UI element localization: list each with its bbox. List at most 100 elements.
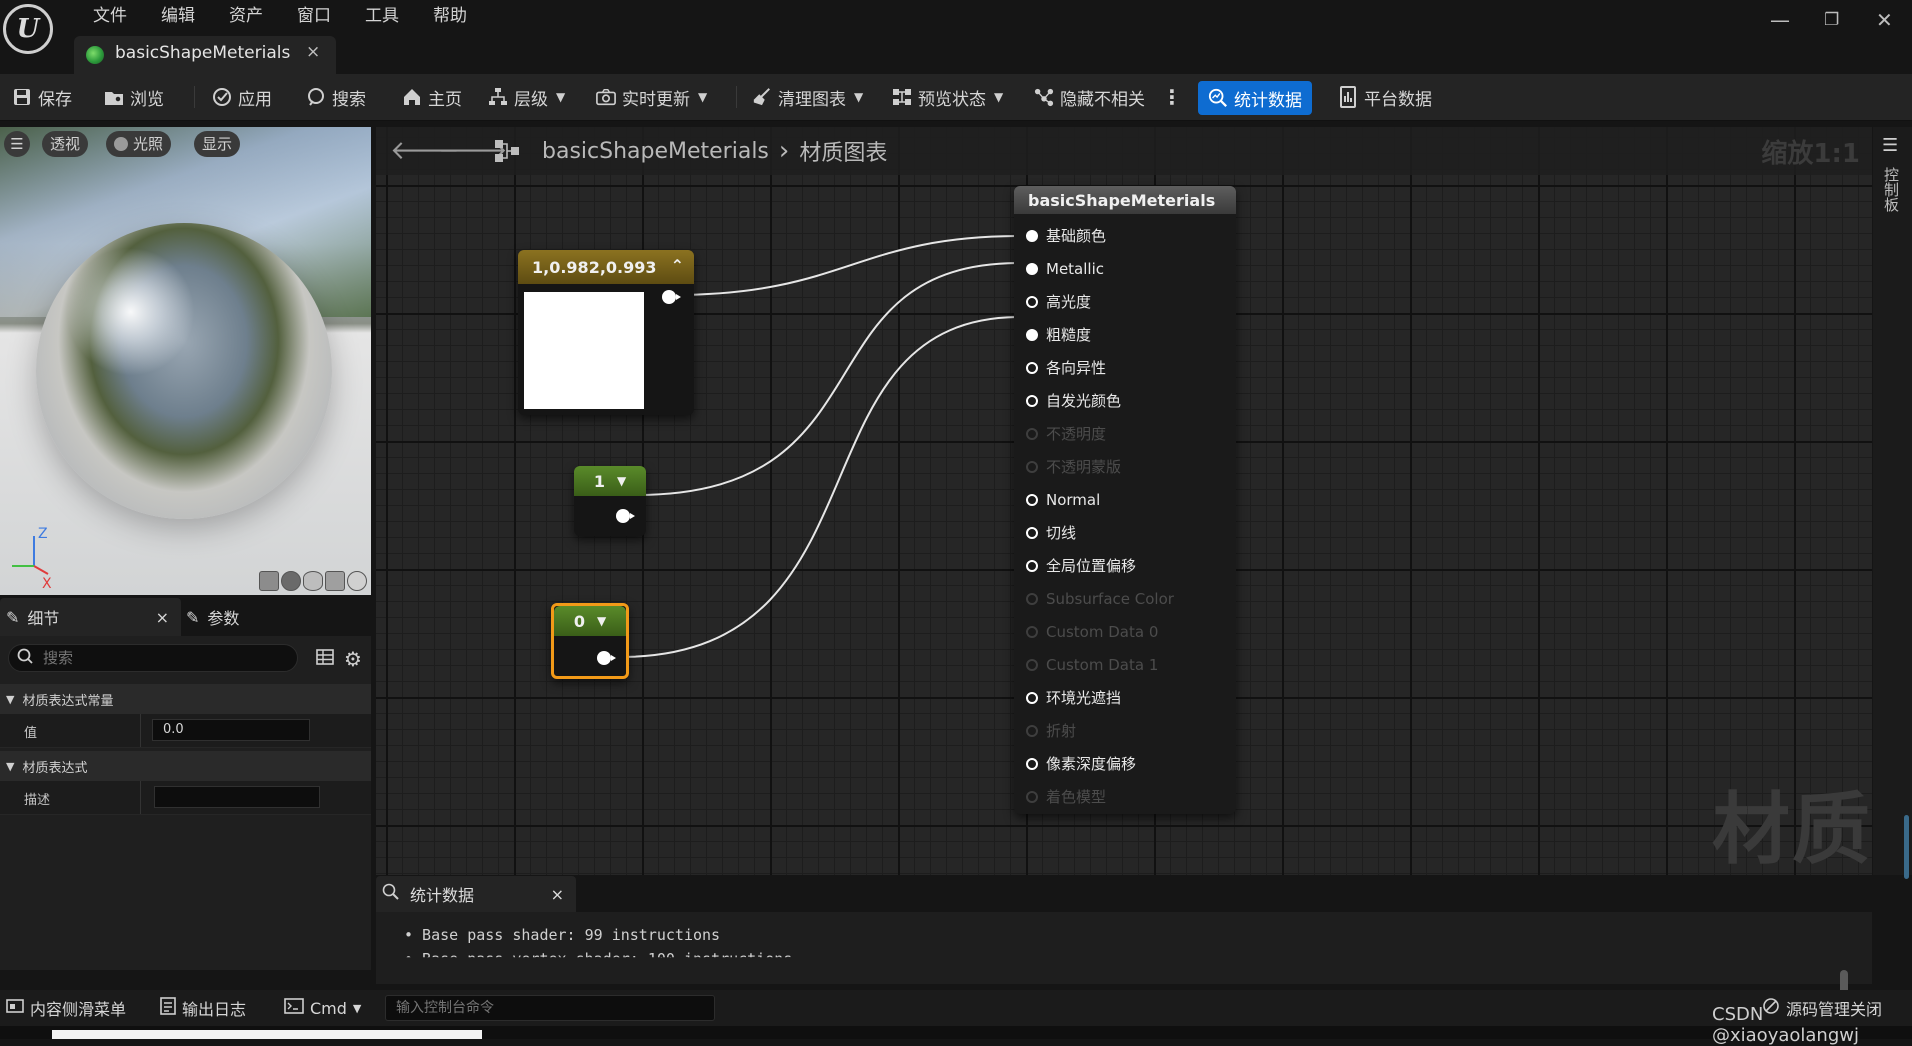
constant-roughness-value: 0 <box>573 611 585 631</box>
pin-icon[interactable] <box>1026 295 1038 308</box>
pin-icon[interactable] <box>1026 757 1038 770</box>
constant3-node-title: 1,0.982,0.993 <box>532 257 657 277</box>
close-icon[interactable]: × <box>156 608 169 627</box>
details-search[interactable] <box>8 644 298 672</box>
live-update-dropdown[interactable]: 实时更新 ▼ <box>596 82 707 112</box>
material-input-pin[interactable]: 基础颜色 <box>1026 219 1106 252</box>
home-button[interactable]: 主页 <box>402 82 462 112</box>
hide-unrelated-button[interactable]: 隐藏不相关 <box>1034 82 1145 112</box>
material-input-pin-label: 着色模型 <box>1046 788 1107 806</box>
material-input-pin[interactable]: 环境光遮挡 <box>1026 681 1121 714</box>
clean-graph-dropdown[interactable]: 清理图表 ▼ <box>752 82 863 112</box>
pin-icon[interactable] <box>1026 361 1038 374</box>
lighting-button[interactable]: 光照 <box>106 131 172 157</box>
graph-type-watermark: 材质 <box>1711 785 1872 875</box>
chevron-down-icon[interactable]: ▼ <box>597 614 606 628</box>
viewport-menu-icon[interactable]: ☰ <box>4 131 30 157</box>
chevron-down-icon[interactable]: ▼ <box>617 474 626 488</box>
menu-asset[interactable]: 资产 <box>212 4 280 28</box>
material-preview-viewport[interactable]: ☰ 透视 光照 显示 Z X <box>0 127 371 595</box>
document-tab[interactable]: basicShapeMeterials × <box>74 36 336 74</box>
property-description-input[interactable] <box>154 786 320 808</box>
property-value-input[interactable] <box>152 719 310 741</box>
hierarchy-dropdown[interactable]: 层级 ▼ <box>488 82 565 112</box>
material-input-pin[interactable]: 像素深度偏移 <box>1026 747 1136 780</box>
preview-state-dropdown[interactable]: 预览状态 ▼ <box>892 82 1003 112</box>
pin-icon[interactable] <box>1026 691 1038 704</box>
clean-graph-label: 清理图表 <box>778 89 846 110</box>
material-input-pin[interactable]: 各向异性 <box>1026 351 1106 384</box>
close-window-icon[interactable]: ✕ <box>1876 8 1893 32</box>
stats-toggle-button[interactable]: 统计数据 <box>1198 81 1312 115</box>
more-options-icon[interactable]: ⋮ <box>1162 82 1182 112</box>
settings-gear-icon[interactable]: ⚙ <box>344 647 362 671</box>
constant-node-roughness[interactable]: 0 ▼ <box>551 603 629 679</box>
material-input-pin[interactable]: Metallic <box>1026 252 1104 285</box>
material-input-pin[interactable]: 高光度 <box>1026 285 1091 318</box>
preview-custom-mesh-icon[interactable] <box>347 571 367 591</box>
console-command-input[interactable] <box>385 995 715 1021</box>
breadcrumb-asset[interactable]: basicShapeMeterials <box>542 139 769 164</box>
pin-icon[interactable] <box>1026 526 1038 539</box>
tab-details[interactable]: ✎ 细节 × <box>0 598 181 636</box>
unreal-logo-icon[interactable]: U <box>3 4 53 54</box>
menu-file[interactable]: 文件 <box>76 4 144 28</box>
material-input-pin[interactable]: 自发光颜色 <box>1026 384 1121 417</box>
menu-window[interactable]: 窗口 <box>280 4 348 28</box>
preview-cylinder-icon[interactable] <box>259 571 279 591</box>
section-expression-header[interactable]: ▼ 材质表达式 <box>0 751 371 781</box>
material-input-pin[interactable]: 全局位置偏移 <box>1026 549 1136 582</box>
section-constant-header[interactable]: ▼ 材质表达式常量 <box>0 684 371 714</box>
menu-help[interactable]: 帮助 <box>416 4 484 28</box>
chevron-down-icon: ▼ <box>352 1001 362 1015</box>
perspective-button[interactable]: 透视 <box>42 131 89 157</box>
close-icon[interactable]: × <box>551 885 564 904</box>
platform-stats-button[interactable]: 平台数据 <box>1338 82 1432 112</box>
collapse-chevron-icon[interactable]: ⌃ <box>671 256 684 275</box>
constant3-vector-node[interactable]: 1,0.982,0.993 ⌃ <box>518 250 694 415</box>
pin-icon[interactable] <box>1026 394 1038 407</box>
apply-button[interactable]: 应用 <box>212 82 272 112</box>
material-input-pin[interactable]: 切线 <box>1026 516 1076 549</box>
restore-window-icon[interactable]: ❐ <box>1824 10 1839 30</box>
palette-tab-label[interactable]: 控制板 <box>1881 167 1902 212</box>
show-button[interactable]: 显示 <box>194 131 241 157</box>
save-button[interactable]: 保存 <box>12 82 72 112</box>
preview-sphere-icon[interactable] <box>281 571 301 591</box>
menu-tools[interactable]: 工具 <box>348 4 416 28</box>
palette-list-icon[interactable]: ☰ <box>1882 135 1898 156</box>
preview-cube-icon[interactable] <box>325 571 345 591</box>
breadcrumb-separator-icon: › <box>778 136 790 166</box>
material-input-pin[interactable]: 粗糙度 <box>1026 318 1091 351</box>
constant-node-metallic[interactable]: 1 ▼ <box>574 466 646 536</box>
material-input-pin[interactable]: Normal <box>1026 483 1100 516</box>
minimize-window-icon[interactable]: — <box>1770 8 1790 32</box>
material-graph-canvas[interactable]: 🡐 🡒 basicShapeMeterials › 材质图表 缩放1:1 1,0… <box>376 127 1872 875</box>
close-tab-icon[interactable]: × <box>306 42 320 62</box>
constant-roughness-output-pin[interactable] <box>597 651 616 665</box>
output-log-button[interactable]: 输出日志 <box>160 990 246 1026</box>
material-result-node[interactable]: basicShapeMeterials 基础颜色 Metallic 高光度 粗糙度 各向… <box>1014 186 1236 814</box>
content-drawer-button[interactable]: 内容侧滑菜单 <box>6 990 126 1026</box>
breadcrumb-graph[interactable]: 材质图表 <box>799 135 887 167</box>
preview-plane-icon[interactable] <box>303 571 323 591</box>
menu-edit[interactable]: 编辑 <box>144 4 212 28</box>
connected-pin-icon[interactable] <box>1026 328 1038 341</box>
tab-stats[interactable]: 统计数据 × <box>376 876 576 912</box>
tab-parameters[interactable]: ✎ 参数 <box>180 598 366 636</box>
constant3-output-pin[interactable] <box>662 290 681 304</box>
material-result-title: basicShapeMeterials <box>1028 190 1216 210</box>
constant-metallic-output-pin[interactable] <box>616 509 635 523</box>
table-view-icon[interactable] <box>316 648 334 670</box>
pin-icon[interactable] <box>1026 559 1038 572</box>
connected-pin-icon[interactable] <box>1026 229 1038 242</box>
connected-pin-icon[interactable] <box>1026 262 1038 275</box>
search-button[interactable]: 搜索 <box>306 82 366 112</box>
cmd-dropdown[interactable]: Cmd ▼ <box>284 990 361 1026</box>
property-value-label: 值 <box>24 726 38 741</box>
sidebar-scroll-indicator[interactable] <box>1904 815 1909 879</box>
browse-button[interactable]: 浏览 <box>104 82 164 112</box>
pin-icon[interactable] <box>1026 493 1038 506</box>
search-input[interactable] <box>41 648 275 668</box>
color-swatch[interactable] <box>524 292 644 409</box>
